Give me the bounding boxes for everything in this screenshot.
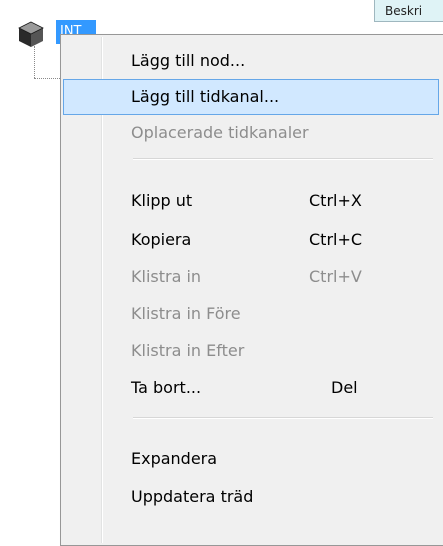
menu-item-add-time-channel[interactable]: Lägg till tidkanal... — [63, 79, 439, 115]
menu-item-label: Oplacerade tidkanaler — [131, 123, 309, 142]
cube-icon — [18, 21, 44, 47]
menu-item-paste-before[interactable]: Klistra in Före — [63, 296, 439, 332]
menu-item-paste-after[interactable]: Klistra in Efter — [63, 333, 439, 369]
menu-item-shortcut: Ctrl+V — [309, 267, 362, 286]
menu-item-label: Klistra in — [131, 267, 202, 286]
menu-item-expand[interactable]: Expandera — [63, 441, 439, 477]
menu-item-label: Uppdatera träd — [131, 487, 254, 506]
menu-item-shortcut: Del — [331, 378, 358, 397]
menu-separator — [133, 417, 433, 419]
menu-item-shortcut: Ctrl+C — [309, 230, 363, 249]
menu-item-shortcut: Ctrl+X — [309, 191, 362, 210]
menu-item-label: Lägg till nod... — [131, 51, 246, 70]
menu-item-label: Klistra in Efter — [131, 341, 245, 360]
column-header-description[interactable]: Beskri — [374, 0, 443, 22]
menu-item-label: Lägg till tidkanal... — [131, 87, 280, 106]
menu-item-label: Klipp ut — [131, 191, 193, 210]
menu-separator — [133, 158, 433, 160]
menu-item-add-node[interactable]: Lägg till nod... — [63, 43, 439, 79]
menu-item-refresh-tree[interactable]: Uppdatera träd — [63, 479, 439, 515]
menu-item-delete[interactable]: Ta bort... Del — [63, 370, 439, 406]
menu-item-cut[interactable]: Klipp ut Ctrl+X — [63, 183, 439, 219]
context-menu: Lägg till nod... Lägg till tidkanal... O… — [60, 34, 443, 546]
menu-item-paste[interactable]: Klistra in Ctrl+V — [63, 259, 439, 295]
menu-item-label: Klistra in Före — [131, 304, 241, 323]
menu-item-label: Ta bort... — [131, 378, 202, 397]
tree-connector-vertical — [34, 46, 35, 78]
menu-item-label: Kopiera — [131, 230, 192, 249]
menu-item-unplaced-time-channels[interactable]: Oplacerade tidkanaler — [63, 115, 439, 151]
menu-item-copy[interactable]: Kopiera Ctrl+C — [63, 222, 439, 258]
menu-item-label: Expandera — [131, 449, 218, 468]
